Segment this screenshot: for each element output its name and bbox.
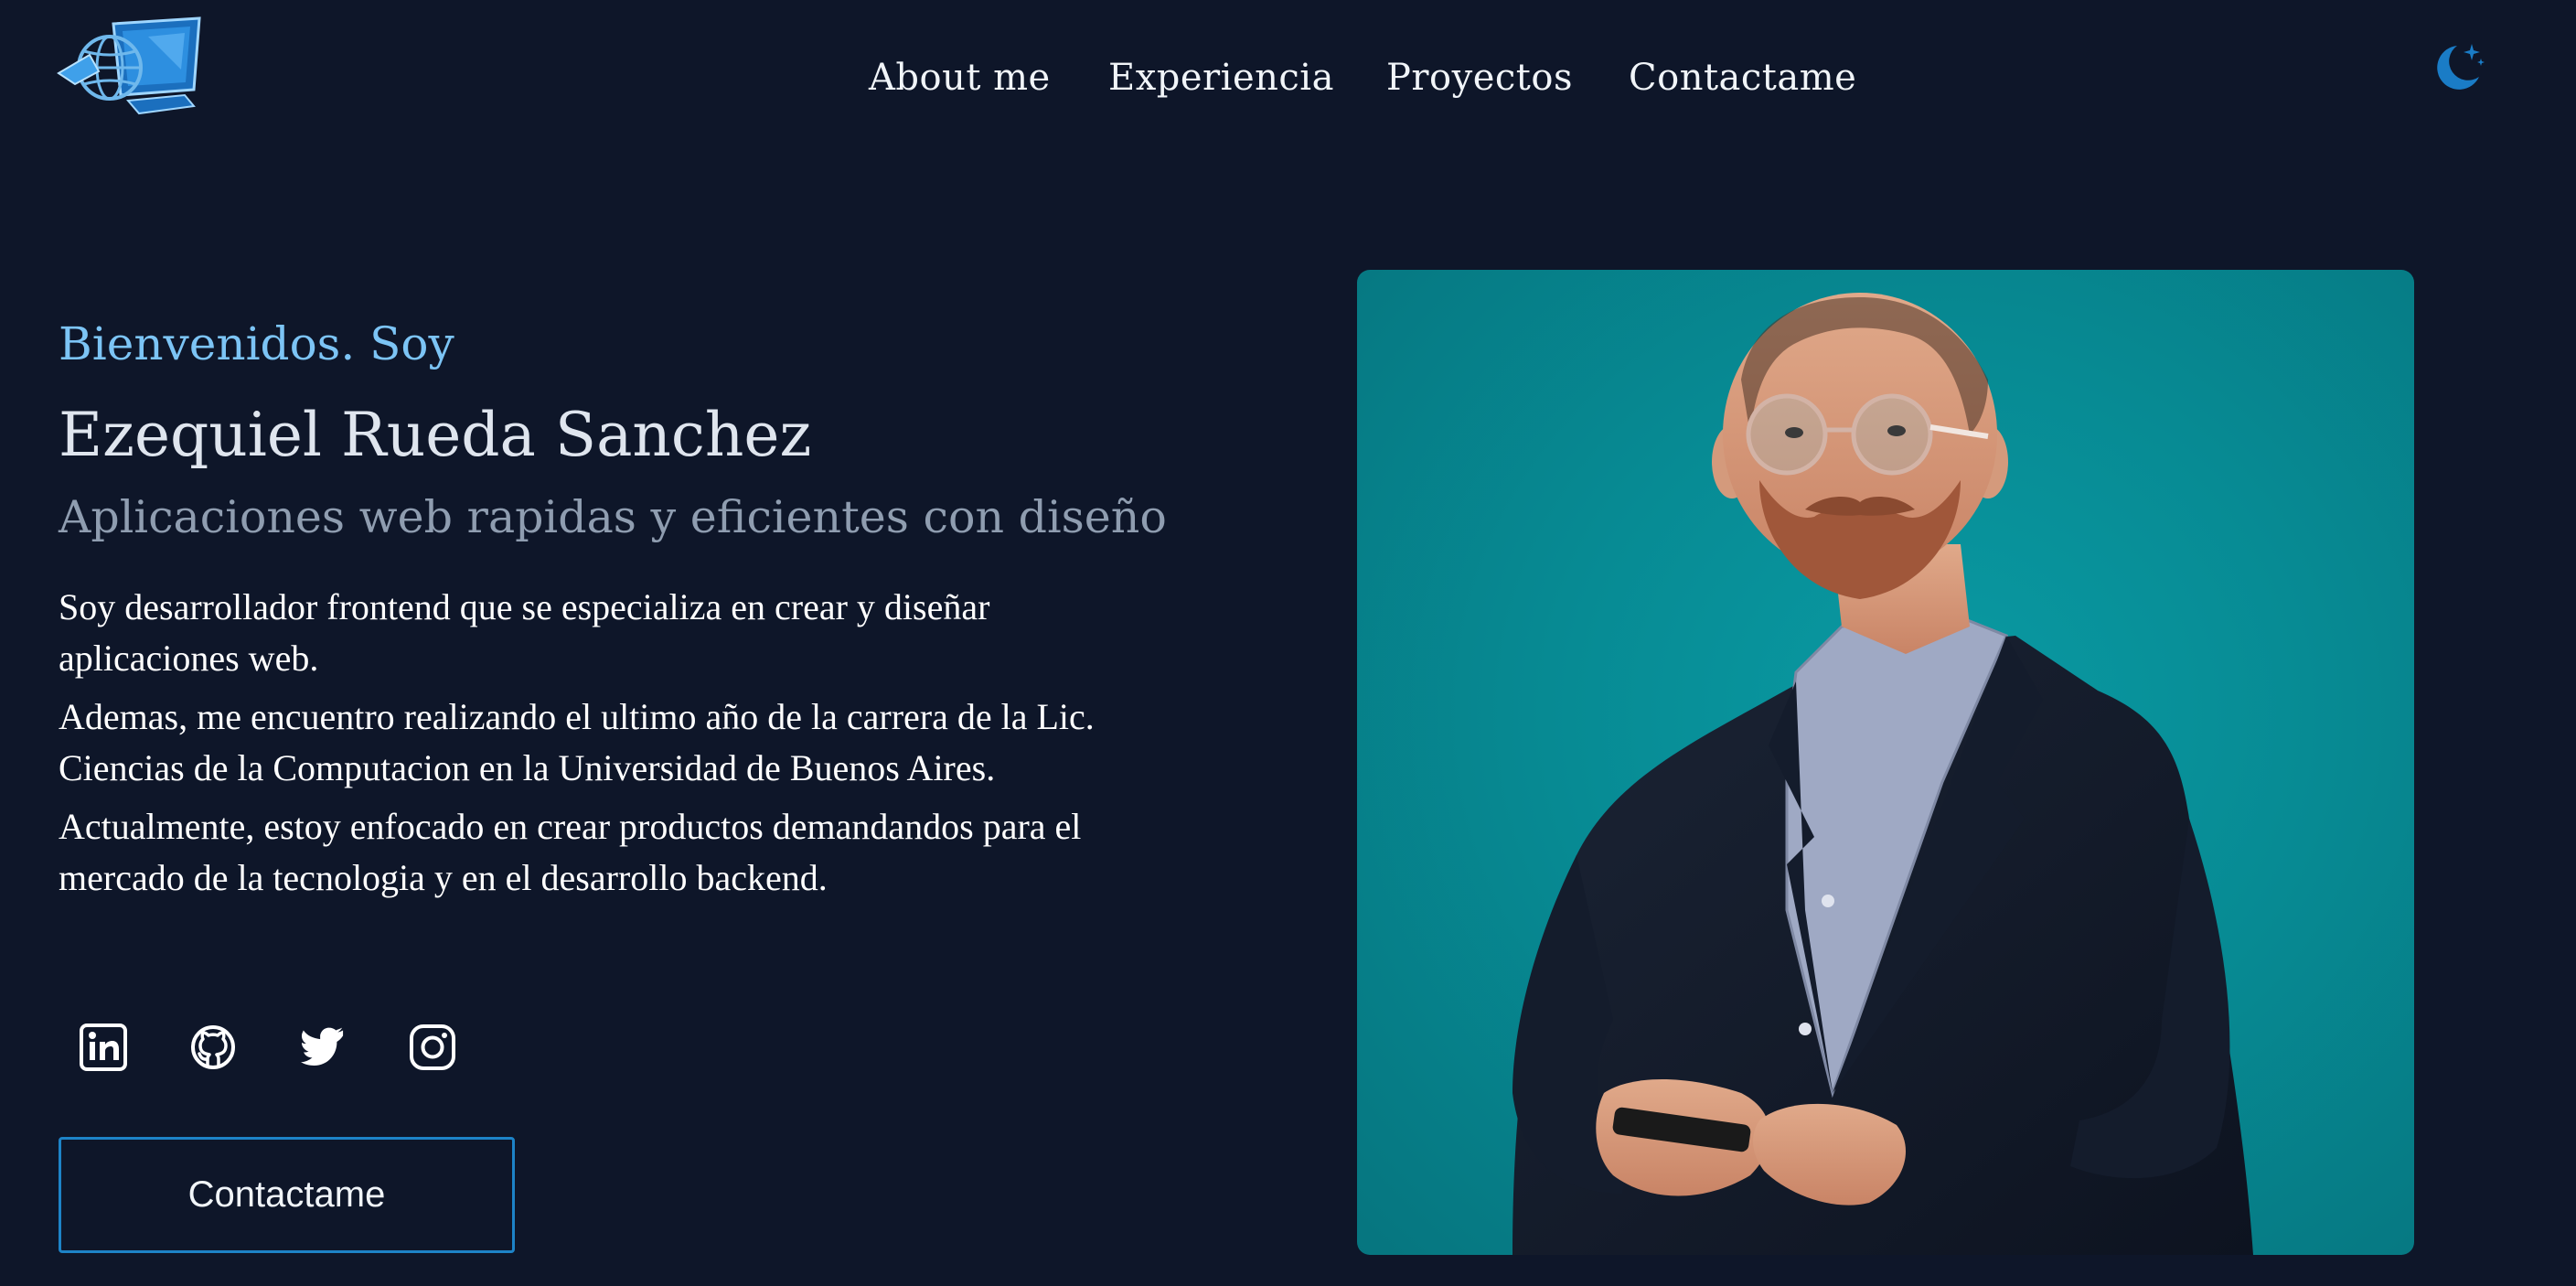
top-navbar: About me Experiencia Proyectos Contactam… (0, 0, 2576, 155)
bio-paragraph: Soy desarrollador frontend que se especi… (59, 586, 990, 679)
twitter-link[interactable] (291, 1015, 355, 1079)
instagram-link[interactable] (401, 1015, 465, 1079)
page-title: Ezequiel Rueda Sanchez (59, 400, 812, 470)
bio-paragraph: Actualmente, estoy enfocado en crear pro… (59, 806, 1082, 898)
bio-paragraph: Ademas, me encuentro realizando el ultim… (59, 696, 1095, 788)
nav-experiencia[interactable]: Experiencia (1108, 48, 1334, 108)
greeting-text: Bienvenidos. Soy (59, 317, 454, 370)
nav-contactame[interactable]: Contactame (1629, 48, 1856, 108)
moon-stars-icon (2437, 44, 2485, 90)
contact-button[interactable]: Contactame (59, 1137, 515, 1253)
github-link[interactable] (181, 1015, 245, 1079)
tagline: Aplicaciones web rapidas y eficientes co… (59, 491, 1167, 543)
profile-photo (1357, 270, 2414, 1255)
theme-toggle-button[interactable] (2430, 37, 2490, 97)
nav-about-me[interactable]: About me (869, 48, 1051, 108)
bio: Soy desarrollador frontend que se especi… (59, 582, 1110, 911)
github-icon (191, 1025, 235, 1069)
main-nav: About me Experiencia Proyectos Contactam… (0, 48, 2576, 108)
instagram-icon (410, 1024, 455, 1070)
twitter-icon (301, 1027, 344, 1066)
linkedin-icon (80, 1023, 127, 1071)
nav-proyectos[interactable]: Proyectos (1386, 48, 1573, 108)
linkedin-link[interactable] (71, 1015, 135, 1079)
